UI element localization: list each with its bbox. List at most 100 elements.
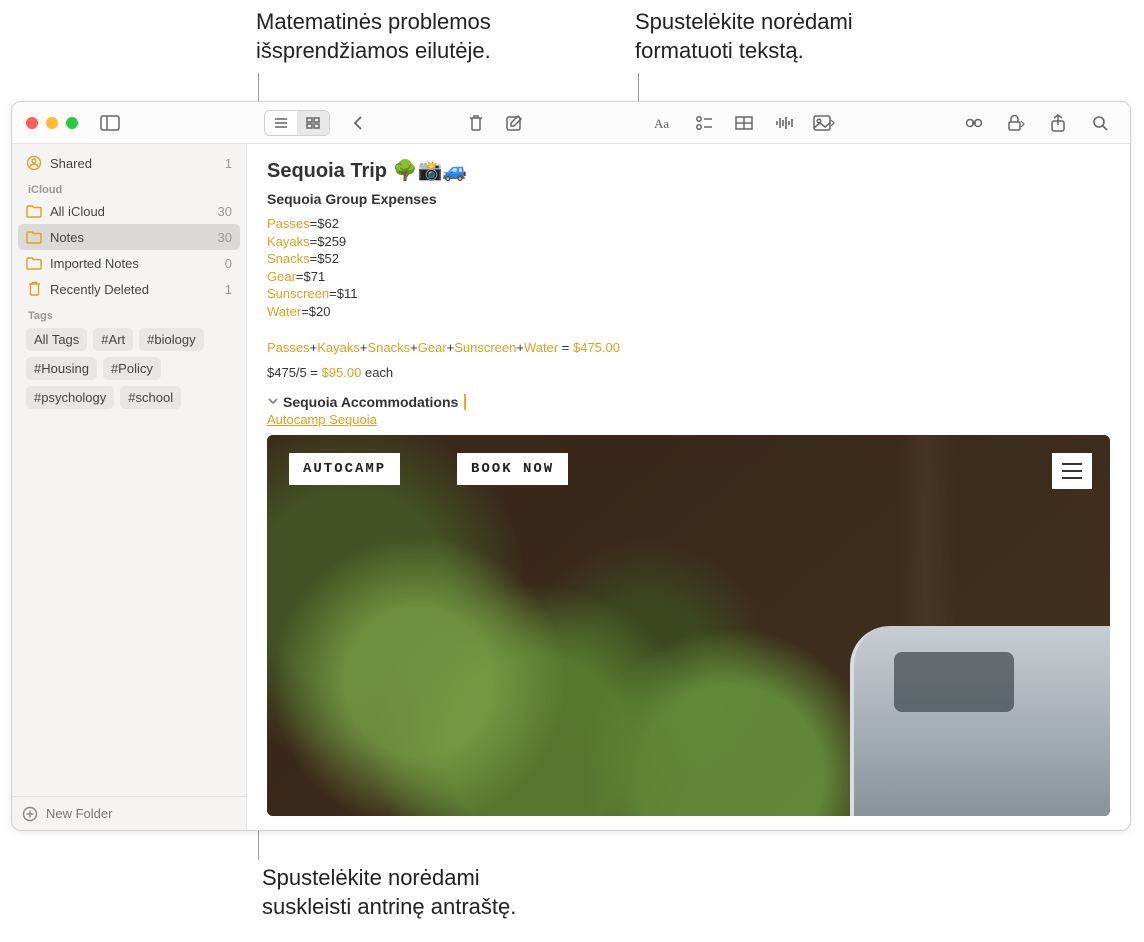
photo-icon: [813, 115, 835, 131]
sidebar: Shared 1 iCloud All iCloud30Notes30Impor…: [12, 144, 247, 830]
folder-label: Recently Deleted: [50, 282, 217, 297]
trash-icon: [468, 114, 484, 132]
lock-button[interactable]: [1002, 111, 1030, 135]
checklist-icon: [695, 115, 713, 131]
per-suffix: each: [361, 365, 393, 380]
tag-school[interactable]: #school: [120, 386, 181, 409]
traffic-lights: [12, 117, 78, 129]
new-folder-label: New Folder: [46, 806, 112, 821]
view-mode-segment: [264, 110, 330, 136]
tag-policy[interactable]: #Policy: [103, 357, 161, 380]
expense-row: Kayaks=$259: [267, 233, 1110, 251]
plus-circle-icon: [22, 806, 38, 822]
rich-link-preview[interactable]: AUTOCAMP BOOK NOW: [267, 435, 1110, 816]
folder-icon: [26, 281, 42, 297]
new-folder-button[interactable]: New Folder: [12, 796, 246, 830]
section-heading-label: Sequoia Accommodations: [283, 394, 458, 410]
compose-icon: [505, 114, 523, 132]
sidebar-toggle-button[interactable]: [96, 111, 124, 135]
search-icon: [1092, 115, 1108, 131]
close-button[interactable]: [26, 117, 38, 129]
toolbar-right: [960, 111, 1130, 135]
sidebar-folder-imported-notes[interactable]: Imported Notes 0: [18, 250, 240, 276]
note-editor[interactable]: Sequoia Trip 🌳📸🚙 Sequoia Group Expenses …: [247, 144, 1130, 830]
lock-icon: [1006, 114, 1026, 132]
minimize-button[interactable]: [46, 117, 58, 129]
sidebar-folder-recently-deleted[interactable]: Recently Deleted 1: [18, 276, 240, 302]
share-button[interactable]: [1044, 111, 1072, 135]
folder-count: 30: [218, 204, 232, 219]
text-cursor: [464, 394, 466, 410]
search-button[interactable]: [1086, 111, 1114, 135]
sidebar-folder-all-icloud[interactable]: All iCloud 30: [18, 198, 240, 224]
shared-count: 1: [225, 156, 232, 171]
waveform-icon: [775, 115, 793, 131]
callout-math: Matematinės problemos išsprendžiamos eil…: [256, 8, 491, 65]
section-tags: Tags: [18, 302, 240, 324]
text-format-icon: Aa: [654, 115, 674, 131]
expense-row: Sunscreen=$11: [267, 285, 1110, 303]
checklist-button[interactable]: [690, 111, 718, 135]
preview-badge-booknow: BOOK NOW: [457, 453, 568, 485]
sidebar-item-shared[interactable]: Shared 1: [18, 150, 240, 176]
tag-biology[interactable]: #biology: [139, 328, 203, 351]
delete-button[interactable]: [462, 111, 490, 135]
tags-wrap: All Tags #Art #biology #Housing #Policy #psyc…: [18, 324, 240, 413]
preview-trailer: [850, 626, 1110, 816]
expense-row: Passes=$62: [267, 215, 1110, 233]
grid-icon: [305, 116, 321, 130]
notes-window: Aa Shared 1 iCloud All iCloud30Notes30Im…: [11, 101, 1131, 831]
note-title: Sequoia Trip 🌳📸🚙: [267, 158, 1110, 183]
chevron-down-icon[interactable]: [267, 394, 279, 410]
chevron-left-icon: [352, 115, 364, 131]
shared-icon: [26, 155, 42, 171]
window-body: Shared 1 iCloud All iCloud30Notes30Impor…: [12, 144, 1130, 830]
tag-housing[interactable]: #Housing: [26, 357, 97, 380]
callout-format: Spustelėkite norėdami formatuoti tekstą.: [635, 8, 853, 65]
tag-art[interactable]: #Art: [93, 328, 133, 351]
link-icon: [965, 115, 983, 131]
folder-icon: [26, 229, 42, 245]
sidebar-icon: [100, 115, 120, 131]
new-note-button[interactable]: [500, 111, 528, 135]
preview-menu-button[interactable]: [1052, 453, 1092, 489]
table-icon: [735, 116, 753, 130]
expense-row: Water=$20: [267, 303, 1110, 321]
folder-label: Notes: [50, 230, 210, 245]
gallery-view-button[interactable]: [297, 111, 329, 135]
toolbar-left: [264, 110, 372, 136]
tag-all-tags[interactable]: All Tags: [26, 328, 87, 351]
expenses-list: Passes=$62Kayaks=$259Snacks=$52Gear=$71S…: [267, 215, 1110, 320]
section-icloud: iCloud: [18, 176, 240, 198]
folder-label: All iCloud: [50, 204, 210, 219]
share-icon: [1050, 114, 1066, 132]
table-button[interactable]: [730, 111, 758, 135]
folder-icon: [26, 203, 42, 219]
folder-count: 0: [225, 256, 232, 271]
audio-button[interactable]: [770, 111, 798, 135]
list-icon: [273, 116, 289, 130]
folder-label: Imported Notes: [50, 256, 217, 271]
section-heading-accommodations[interactable]: Sequoia Accommodations: [267, 394, 1110, 410]
format-button[interactable]: Aa: [650, 111, 678, 135]
per-person-line: $475/5 = $95.00 each: [267, 365, 1110, 380]
link-button[interactable]: [960, 111, 988, 135]
note-subtitle: Sequoia Group Expenses: [267, 191, 1110, 207]
folder-count: 1: [225, 282, 232, 297]
back-button[interactable]: [344, 111, 372, 135]
sum-line: Passes+Kayaks+Snacks+Gear+Sunscreen+Wate…: [267, 340, 1110, 355]
per-expr: $475/5 =: [267, 365, 318, 380]
link-autocamp[interactable]: Autocamp Sequoia: [267, 412, 1110, 427]
tag-psychology[interactable]: #psychology: [26, 386, 114, 409]
expense-row: Snacks=$52: [267, 250, 1110, 268]
titlebar: Aa: [12, 102, 1130, 144]
sidebar-list: Shared 1 iCloud All iCloud30Notes30Impor…: [12, 144, 246, 796]
zoom-button[interactable]: [66, 117, 78, 129]
folder-count: 30: [218, 230, 232, 245]
callout-collapse: Spustelėkite norėdami suskleisti antrinę…: [262, 864, 516, 921]
list-view-button[interactable]: [265, 111, 297, 135]
shared-label: Shared: [50, 156, 217, 171]
per-result: $95.00: [322, 365, 362, 380]
media-button[interactable]: [810, 111, 838, 135]
sidebar-folder-notes[interactable]: Notes 30: [18, 224, 240, 250]
